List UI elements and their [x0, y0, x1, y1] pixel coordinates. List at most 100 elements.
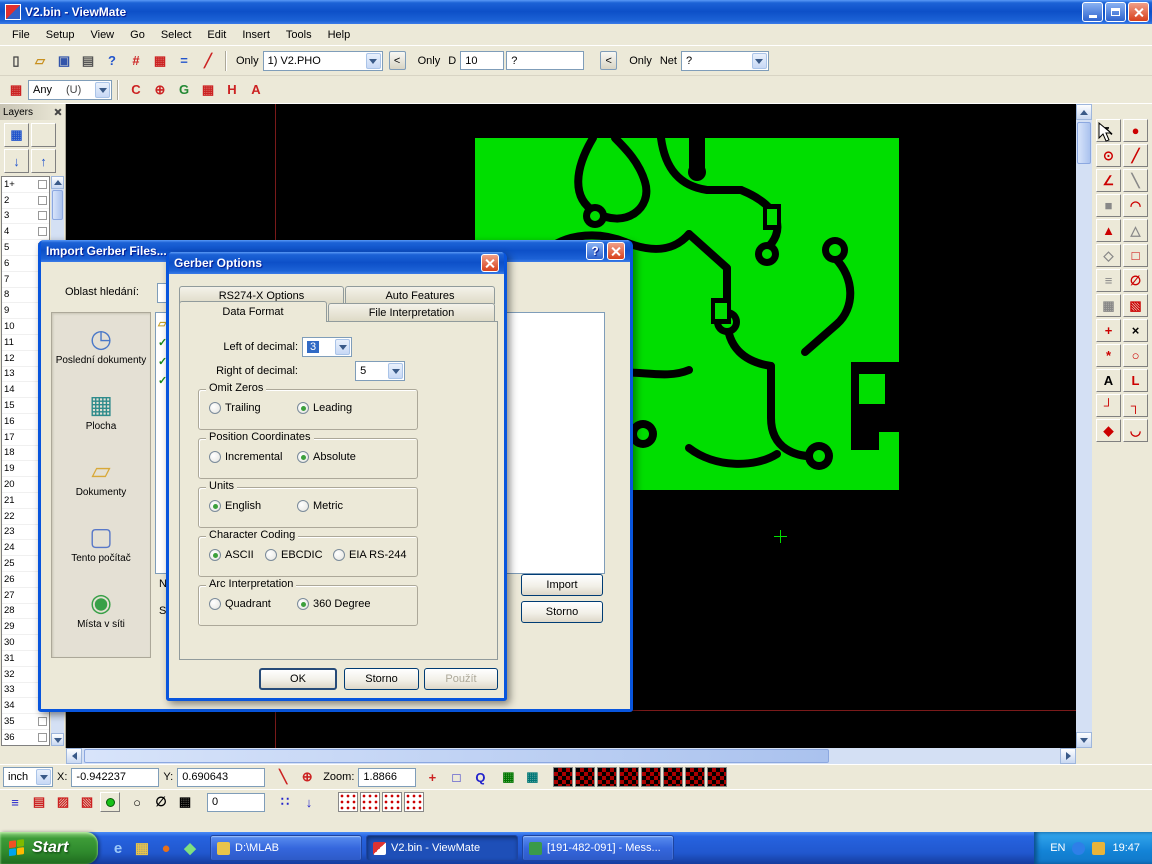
task-button-viewmate[interactable]: V2.bin - ViewMate: [366, 835, 518, 861]
origin-target-icon[interactable]: ⊕: [296, 766, 318, 788]
pad-grid-icon[interactable]: ▦: [197, 79, 219, 101]
aperture-tile-icon[interactable]: [663, 767, 683, 787]
import-button[interactable]: Import: [521, 574, 603, 596]
place-item[interactable]: ▱ Dokumenty: [52, 445, 150, 511]
tab-file-interpretation[interactable]: File Interpretation: [328, 303, 495, 321]
close-icon[interactable]: [54, 108, 62, 116]
scroll-down-icon[interactable]: [1076, 732, 1092, 748]
restore-button[interactable]: [1105, 2, 1126, 22]
radio-360-degree[interactable]: 360 Degree: [297, 598, 371, 610]
net-combo[interactable]: ?: [681, 51, 769, 71]
selection-mode-icon[interactable]: ▦: [5, 79, 27, 101]
radio-absolute[interactable]: Absolute: [297, 451, 356, 463]
menu-item[interactable]: Edit: [199, 26, 234, 44]
triangle-icon[interactable]: △: [1123, 219, 1148, 242]
menu-item[interactable]: Go: [122, 26, 153, 44]
only-layer-label[interactable]: Only: [236, 55, 259, 67]
scroll-up-icon[interactable]: [51, 176, 64, 189]
layer-list-icon[interactable]: ≡: [4, 791, 26, 813]
pattern-tile-icon[interactable]: [338, 792, 358, 812]
aperture-tile-icon[interactable]: [597, 767, 617, 787]
menu-item[interactable]: Help: [320, 26, 359, 44]
print-icon[interactable]: ▤: [77, 50, 99, 72]
hatch-alt-icon[interactable]: ▧: [76, 791, 98, 813]
pattern-tile-icon[interactable]: [404, 792, 424, 812]
new-file-icon[interactable]: ▯: [5, 50, 27, 72]
menu-item[interactable]: File: [4, 26, 38, 44]
lasso-select-icon[interactable]: ○: [126, 791, 148, 813]
hatch-layer-icon[interactable]: ▨: [52, 791, 74, 813]
gerber-tool-icon[interactable]: G: [173, 79, 195, 101]
right-of-decimal-combo[interactable]: 5: [355, 361, 405, 381]
pattern-tile-icon[interactable]: [382, 792, 402, 812]
x-coordinate-field[interactable]: -0.942237: [71, 768, 159, 787]
radio-ascii[interactable]: ASCII: [209, 549, 254, 561]
radio-eia-rs244[interactable]: EIA RS-244: [333, 549, 406, 561]
layer-row[interactable]: 4: [2, 224, 49, 240]
tab-auto-features[interactable]: Auto Features: [345, 286, 495, 304]
aperture-tile-icon[interactable]: [619, 767, 639, 787]
text-tool-icon[interactable]: A: [245, 79, 267, 101]
prev-layer-button[interactable]: <: [389, 51, 406, 70]
draw-line-icon[interactable]: ╱: [1123, 144, 1148, 167]
null-aperture-icon[interactable]: ∅: [1123, 269, 1148, 292]
pad-origin-icon[interactable]: ⊙: [1096, 144, 1121, 167]
cancel-button[interactable]: Storno: [521, 601, 603, 623]
place-item[interactable]: ▦ Plocha: [52, 379, 150, 445]
probe-icon[interactable]: ∅: [150, 791, 172, 813]
radio-quadrant[interactable]: Quadrant: [209, 598, 271, 610]
cancel-button[interactable]: Storno: [344, 668, 419, 690]
save-file-icon[interactable]: ▣: [53, 50, 75, 72]
layer-row[interactable]: 36: [2, 730, 49, 746]
pad-rotate-icon[interactable]: ⊕: [149, 79, 171, 101]
layer-blank-icon[interactable]: [31, 123, 56, 147]
layer-row[interactable]: 35: [2, 714, 49, 730]
filled-rect-icon[interactable]: ■: [1096, 194, 1121, 217]
layers-stack-icon[interactable]: ≡: [1096, 269, 1121, 292]
l-shape-icon[interactable]: L: [1123, 369, 1148, 392]
menu-item[interactable]: Setup: [38, 26, 83, 44]
show-desktop-icon[interactable]: ▦: [132, 838, 152, 858]
zoom-query-icon[interactable]: Q: [469, 766, 491, 788]
radio-ebcdic[interactable]: EBCDIC: [265, 549, 323, 561]
task-button-message[interactable]: [191-482-091] - Mess...: [522, 835, 674, 861]
radio-english[interactable]: English: [209, 500, 261, 512]
chevron-down-icon[interactable]: [388, 363, 403, 379]
place-item[interactable]: ▢ Tento počítač: [52, 511, 150, 577]
circle-tool-icon[interactable]: C: [125, 79, 147, 101]
chevron-down-icon[interactable]: [366, 53, 381, 69]
measure-icon[interactable]: ╱: [197, 50, 219, 72]
aperture-tile-icon[interactable]: [553, 767, 573, 787]
layer-table-icon[interactable]: ▦: [4, 123, 29, 147]
pattern-tile-icon[interactable]: [360, 792, 380, 812]
menu-item[interactable]: View: [82, 26, 122, 44]
browser-icon[interactable]: ●: [156, 838, 176, 858]
highlight-dcode-icon[interactable]: #: [125, 50, 147, 72]
tray-messenger-icon[interactable]: [1072, 842, 1085, 855]
task-button-mlab[interactable]: D:\MLAB: [210, 835, 362, 861]
h-tool-icon[interactable]: H: [221, 79, 243, 101]
scroll-right-icon[interactable]: [1060, 748, 1076, 764]
start-button[interactable]: Start: [0, 832, 98, 864]
diagonal-icon[interactable]: ╲: [1123, 169, 1148, 192]
scroll-down-icon[interactable]: [51, 733, 64, 746]
dot-grid-icon[interactable]: ∷: [274, 791, 296, 813]
help-select-icon[interactable]: ?: [101, 50, 123, 72]
scroll-up-icon[interactable]: [1076, 104, 1092, 120]
circle-icon[interactable]: ○: [1123, 344, 1148, 367]
zoom-in-icon[interactable]: +: [421, 766, 443, 788]
tab-data-format[interactable]: Data Format: [179, 301, 327, 322]
aperture-tile-icon[interactable]: [707, 767, 727, 787]
close-button[interactable]: [1128, 2, 1149, 22]
messenger-icon[interactable]: ◆: [180, 838, 200, 858]
delete-icon[interactable]: ×: [1123, 319, 1148, 342]
place-item[interactable]: ◉ Místa v síti: [52, 577, 150, 643]
rect-icon[interactable]: □: [1123, 244, 1148, 267]
hatch-icon[interactable]: ▧: [1123, 294, 1148, 317]
aperture-tile-icon[interactable]: [575, 767, 595, 787]
layer-swatch[interactable]: [38, 211, 47, 220]
layers-panel-header[interactable]: Layers: [0, 104, 65, 120]
radio-leading[interactable]: Leading: [297, 402, 352, 414]
language-indicator[interactable]: EN: [1050, 842, 1065, 854]
text-icon[interactable]: A: [1096, 369, 1121, 392]
